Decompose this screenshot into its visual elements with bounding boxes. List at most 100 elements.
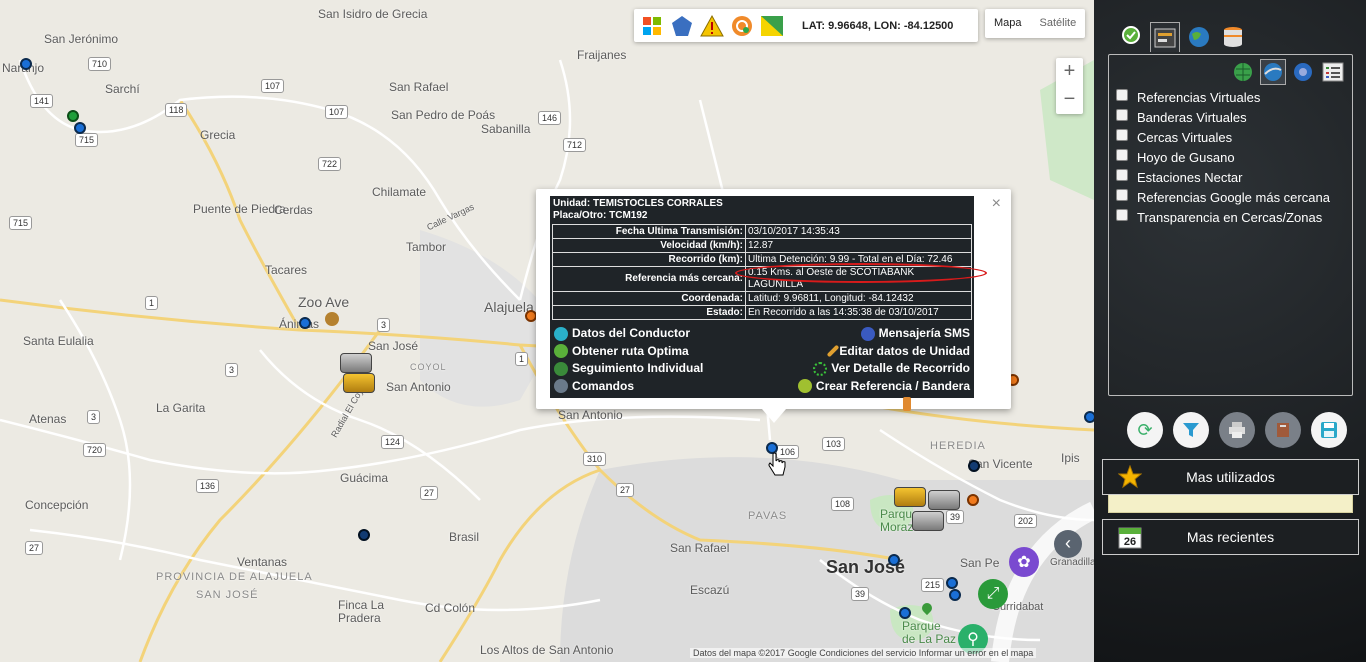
truck-marker[interactable] [340,353,372,373]
sms-link[interactable]: Mensajería SMS [798,325,970,343]
tab-database[interactable] [1218,22,1248,52]
collapse-panel-button[interactable]: ‹ [1054,530,1082,558]
layer-checkbox[interactable] [1116,129,1128,141]
vehicle-marker[interactable] [358,529,370,541]
tab-tools[interactable] [1150,22,1180,52]
create-dot-link[interactable]: Crear Dot [798,395,970,413]
vehicle-marker[interactable] [949,589,961,601]
globe-layer-icon[interactable] [1230,59,1256,85]
zoom-control: + − [1056,58,1083,114]
pentagon-zone-icon[interactable] [670,14,694,38]
unit-info-popup: × Unidad: TEMISTOCLES CORRALES Placa/Otr… [536,189,1011,423]
vehicle-marker[interactable] [946,577,958,589]
zoom-in-button[interactable]: + [1056,58,1083,86]
layer-checkbox[interactable] [1116,89,1128,101]
create-reference-link[interactable]: Crear Referencia / Bandera [797,378,970,396]
vehicle-marker[interactable] [1084,411,1094,423]
settings-button[interactable]: ✿ [1009,547,1039,577]
most-used-section[interactable]: Mas utilizados [1102,459,1359,495]
section-title: Mas recientes [1186,529,1275,545]
chevron-left-icon: ‹ [1065,533,1071,553]
layer-checkbox[interactable] [1116,109,1128,121]
vehicle-marker[interactable] [74,122,86,134]
truck-marker[interactable] [894,487,926,507]
edit-unit-link[interactable]: Editar datos de Unidad [798,343,970,361]
vehicle-marker[interactable] [20,58,32,70]
spiral-route-icon[interactable] [730,14,754,38]
filter-button[interactable] [1173,412,1209,448]
route-shield: 722 [318,157,342,171]
place-label: Santa Eulalia [23,334,94,348]
vehicle-marker[interactable] [899,607,911,619]
windows-grid-icon[interactable] [640,14,664,38]
route-detail-link[interactable]: Ver Detalle de Recorrido [798,360,970,378]
fullscreen-button[interactable]: ⤢ [978,579,1008,609]
sidebar-tabs [1116,22,1248,52]
table-row: Estado: En Recorrido a las 14:35:38 de 03… [552,305,972,320]
save-button[interactable] [1311,412,1347,448]
truck-marker[interactable] [912,511,944,531]
commands-link[interactable]: Comandos [554,378,703,396]
cursor-coordinates: LAT: 9.96648, LON: -84.12500 [802,19,954,32]
route-shield: 202 [1014,514,1038,528]
place-label: Sabanilla [481,122,531,136]
truck-marker[interactable] [928,490,960,510]
place-label: Grecia [200,128,236,142]
list-icon[interactable] [1320,59,1346,85]
route-shield: 39 [946,510,965,524]
route-shield: 108 [831,497,855,511]
layer-label: Transparencia en Cercas/Zonas [1137,209,1323,225]
layer-checkbox[interactable] [1116,169,1128,181]
place-label: San Rafael [670,541,730,555]
layer-checkbox[interactable] [1116,189,1128,201]
gear-icon: ✿ [1017,554,1031,571]
driver-data-link[interactable]: Datos del Conductor [554,325,703,343]
list-item: Transparencia en Cercas/Zonas [1116,207,1330,227]
map-type-satellite-button[interactable]: Satélite [1031,9,1086,38]
optimal-route-link[interactable]: Obtener ruta Optima [554,343,703,361]
vehicle-marker[interactable] [67,110,79,122]
zoom-out-button[interactable]: − [1056,86,1083,114]
plus-icon [797,379,812,394]
detail-key: Coordenada: [552,291,746,306]
action-label: Datos del Conductor [572,326,691,340]
most-recent-section[interactable]: 26 Mas recientes [1102,519,1359,555]
place-label: Atenas [29,412,67,426]
calendar-day: 26 [1124,536,1136,548]
layer-label: Referencias Virtuales [1137,89,1261,105]
map-canvas[interactable]: San Isidro de Grecia San Jerónimo Naranj… [0,0,1094,662]
map-type-map-button[interactable]: Mapa [985,9,1031,38]
vehicle-marker[interactable] [968,460,980,472]
close-icon[interactable]: × [992,195,1001,213]
place-label: Fraijanes [577,48,627,62]
place-label: Los Altos de San Antonio [480,643,614,657]
popup-actions-right: Mensajería SMS Editar datos de Unidad Ve… [797,325,970,413]
place-label: San Jerónimo [44,32,119,46]
satellite-icon[interactable] [1260,59,1286,85]
layer-checkbox[interactable] [1116,149,1128,161]
layer-checkbox[interactable] [1116,209,1128,221]
plate-line: Placa/Otro: TCM192 [553,210,648,221]
sidebar: Referencias Virtuales Banderas Virtuales… [1094,0,1366,662]
route-shield: 1 [145,296,159,310]
park-label: Parque de La Paz [902,619,957,646]
refresh-button[interactable]: ⟳ [1127,412,1163,448]
print-button[interactable] [1219,412,1255,448]
route-shield: 39 [851,587,870,601]
vehicle-marker[interactable] [299,317,311,329]
vehicle-marker[interactable] [888,554,900,566]
truck-marker[interactable] [343,373,375,393]
book-button[interactable] [1265,412,1301,448]
detail-key: Fecha Ultima Transmisión: [552,224,746,239]
warning-icon[interactable] [700,14,724,38]
individual-tracking-link[interactable]: Seguimiento Individual [554,360,703,378]
refresh-icon: ⟳ [1137,419,1153,440]
action-label: Crear Dot [915,396,970,410]
popup-actions: Datos del Conductor Obtener ruta Optima … [552,325,972,413]
driver-icon [554,326,568,341]
vehicle-marker[interactable] [967,494,979,506]
tab-globe[interactable] [1184,22,1214,52]
tab-map-pin[interactable] [1116,22,1146,52]
flag-icon[interactable] [760,14,784,38]
settings-globe-icon[interactable] [1290,59,1316,85]
